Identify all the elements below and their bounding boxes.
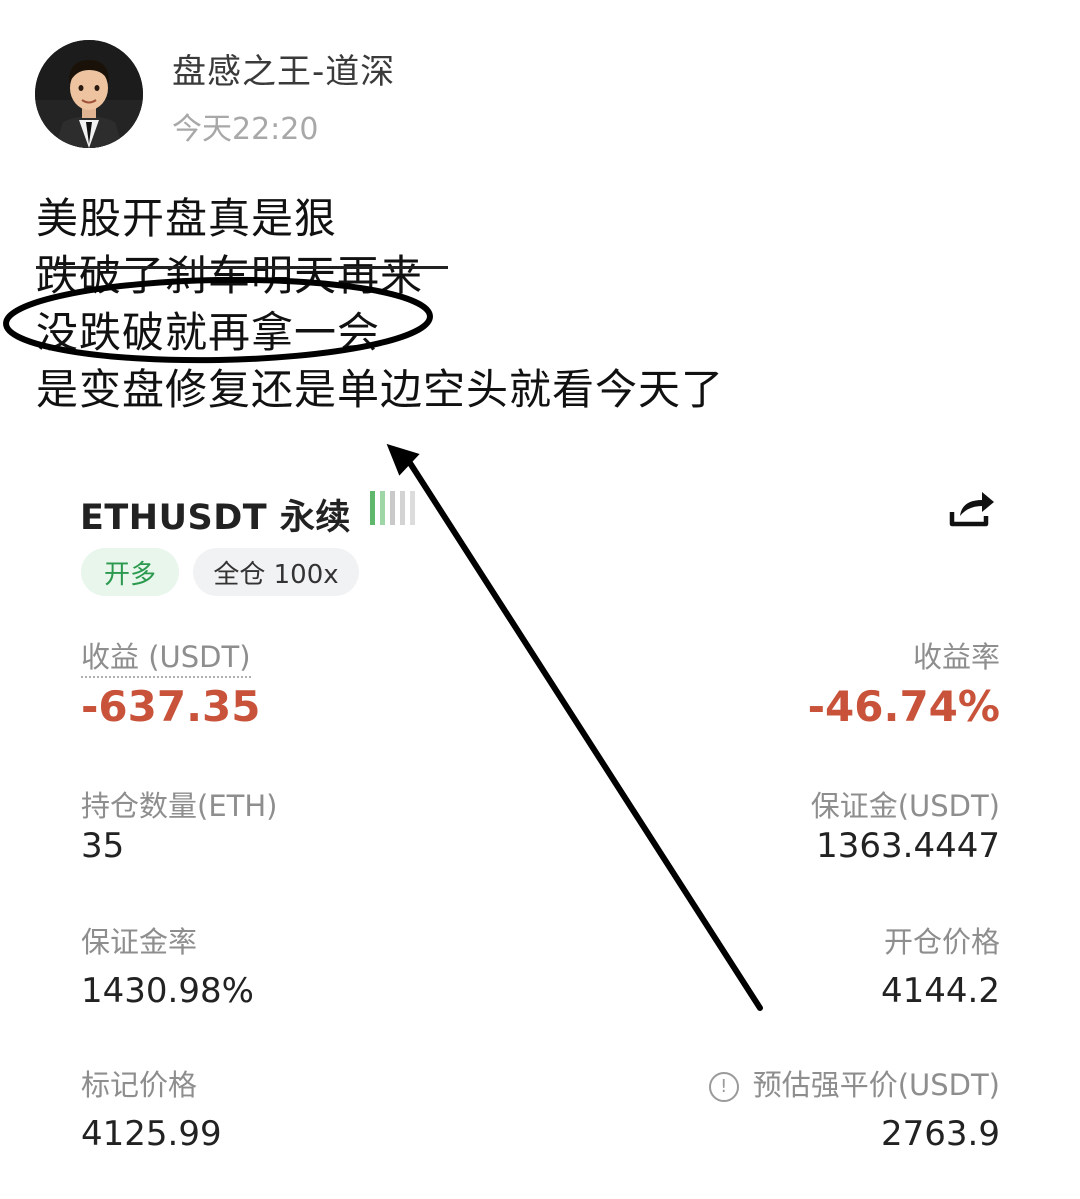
size-value: 35 [81, 826, 125, 866]
post-line: 是变盘修复还是单边空头就看今天了 [36, 365, 725, 414]
liq-price-label-text: 预估强平价(USDT) [752, 1068, 1000, 1102]
author-avatar[interactable] [35, 40, 143, 148]
post-line: 跌破了刹车明天再来 [36, 251, 424, 300]
strikethrough-line [36, 266, 448, 269]
margin-ratio-value: 1430.98% [81, 971, 254, 1011]
avatar-illustration [35, 40, 143, 148]
margin-value: 1363.4447 [816, 826, 1000, 866]
liq-price-value: 2763.9 [881, 1114, 1000, 1154]
margin-label: 保证金(USDT) [810, 789, 1000, 823]
mark-price-value: 4125.99 [81, 1114, 222, 1154]
post-line: 没跌破就再拿一会 [36, 308, 381, 357]
direction-badge: 开多 [81, 548, 179, 596]
post-line: 美股开盘真是狠 [36, 194, 338, 243]
roe-label: 收益率 [912, 640, 1000, 674]
post-body: 美股开盘真是狠 跌破了刹车明天再来 没跌破就再拿一会 是变盘修复还是单边空头就看… [36, 190, 724, 418]
hand-drawn-arrow-head [386, 443, 420, 476]
contract-pair[interactable]: ETHUSDT 永续 [80, 489, 351, 540]
roe-value: -46.74% [807, 682, 1000, 731]
pnl-value: -637.35 [81, 682, 261, 731]
hand-drawn-arrow-shaft [407, 460, 763, 1011]
entry-price-value: 4144.2 [881, 971, 1000, 1011]
share-icon[interactable] [946, 486, 1000, 530]
entry-price-label: 开仓价格 [883, 925, 1000, 959]
size-label: 持仓数量(ETH) [81, 789, 278, 823]
pnl-label-text: 收益 (USDT) [81, 640, 251, 678]
margin-ratio-label: 保证金率 [81, 925, 198, 959]
author-name[interactable]: 盘感之王-道深 [172, 44, 395, 93]
info-icon[interactable]: ! [708, 1072, 739, 1102]
liq-price-label[interactable]: ! 预估强平价(USDT) [708, 1062, 1000, 1104]
post-time: 今天22:20 [172, 112, 319, 147]
mark-price-label: 标记价格 [81, 1068, 198, 1102]
signal-strength-icon [370, 491, 415, 525]
annotation-overlay [3, 276, 763, 1011]
margin-mode-badge[interactable]: 全仓 100x [193, 548, 359, 596]
pnl-label[interactable]: 收益 (USDT) [81, 634, 251, 678]
